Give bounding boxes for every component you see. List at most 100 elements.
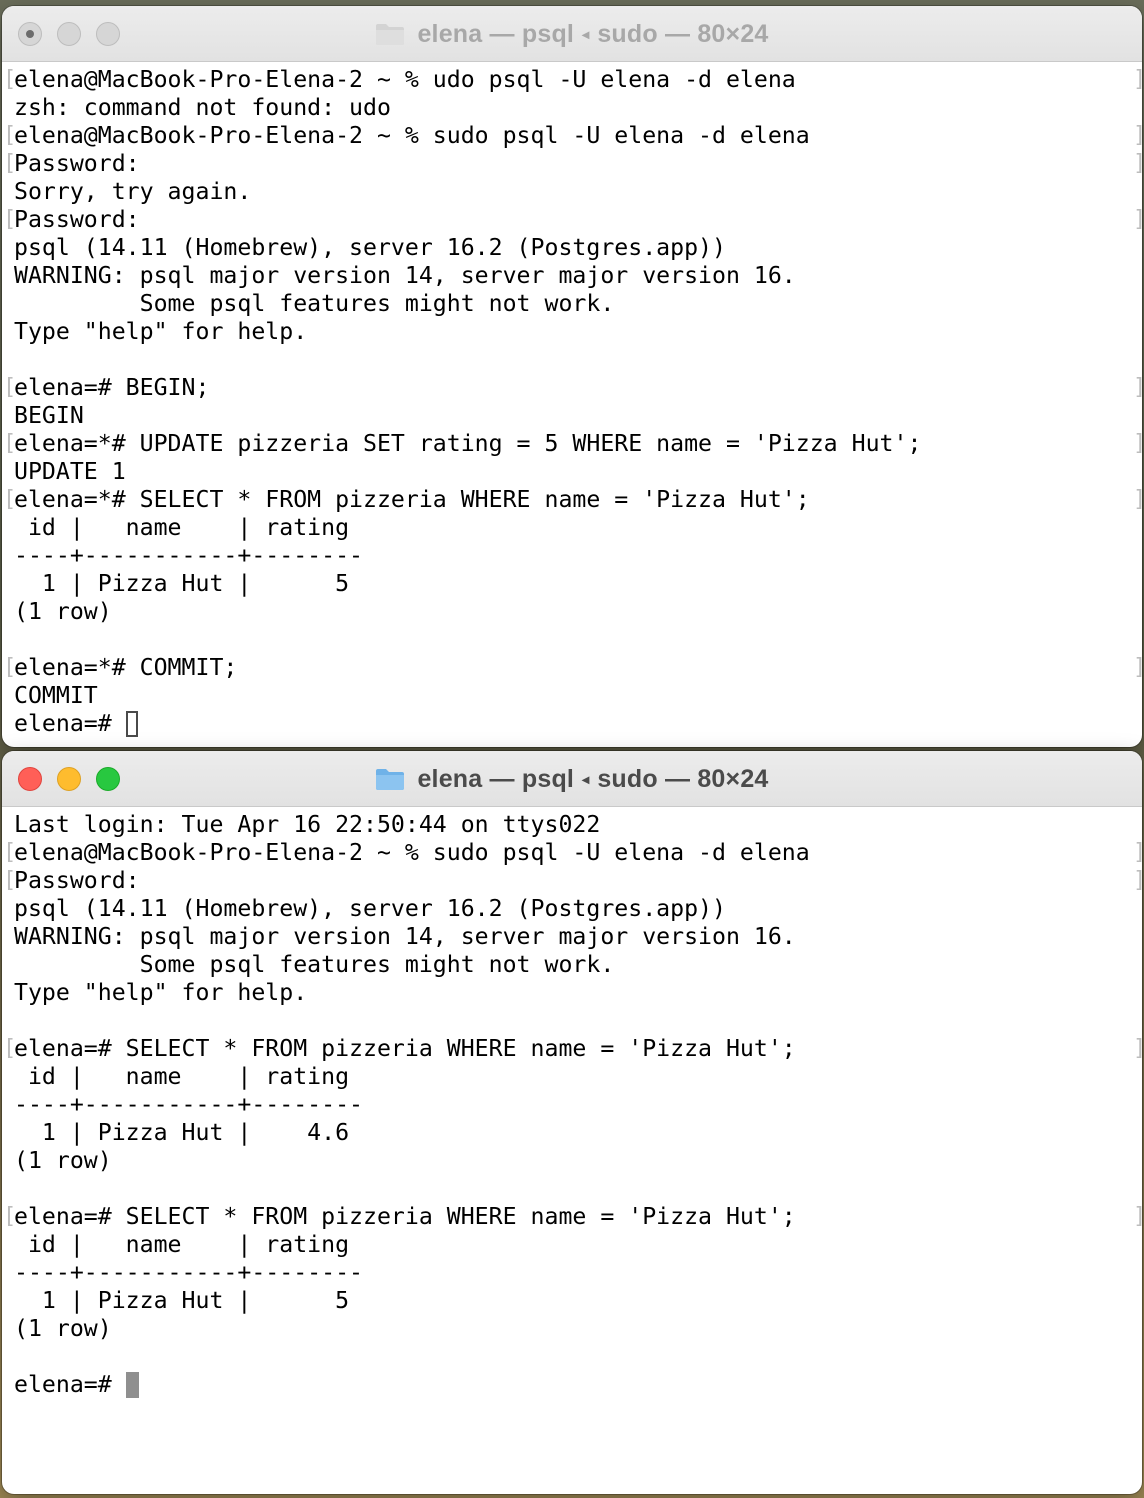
- terminal-line-text: 1 | Pizza Hut | 4.6: [14, 1119, 350, 1146]
- window-title-text: elena — psql: [417, 764, 575, 793]
- terminal-line: elena=# BEGIN;: [3, 374, 1142, 402]
- terminal-line: id | name | rating: [14, 1231, 1142, 1259]
- terminal-line-text: 1 | Pizza Hut | 5: [14, 1287, 350, 1314]
- folder-icon: [376, 24, 405, 45]
- terminal-line-text: elena@MacBook-Pro-Elena-2 ~ % sudo psql …: [14, 122, 810, 149]
- terminal-line-text: Password:: [14, 867, 140, 894]
- titlebar[interactable]: elena — psql ◂ sudo — 80×24: [2, 6, 1142, 62]
- terminal-line-text: id | name | rating: [14, 1063, 350, 1090]
- terminal-line: BEGIN: [14, 402, 1142, 430]
- window-title-suffix: sudo — 80×24: [597, 19, 769, 48]
- terminal-line-text: elena@MacBook-Pro-Elena-2 ~ % sudo psql …: [14, 839, 810, 866]
- window-title-suffix: sudo — 80×24: [597, 764, 769, 793]
- terminal-line: id | name | rating: [14, 1063, 1142, 1091]
- terminal-line-text: Last login: Tue Apr 16 22:50:44 on ttys0…: [14, 811, 601, 838]
- terminal-line-text: (1 row): [14, 1147, 112, 1174]
- terminal-line: elena@MacBook-Pro-Elena-2 ~ % udo psql -…: [3, 66, 1142, 94]
- terminal-line-text: elena=*# COMMIT;: [14, 654, 238, 681]
- terminal-line: psql (14.11 (Homebrew), server 16.2 (Pos…: [14, 234, 1142, 262]
- terminal-line: Password:: [3, 867, 1142, 895]
- terminal-line-text: COMMIT: [14, 682, 98, 709]
- terminal-line-text: WARNING: psql major version 14, server m…: [14, 923, 796, 950]
- terminal-line-text: elena@MacBook-Pro-Elena-2 ~ % udo psql -…: [14, 66, 796, 93]
- terminal-line: elena=*# SELECT * FROM pizzeria WHERE na…: [3, 486, 1142, 514]
- terminal-line: id | name | rating: [14, 514, 1142, 542]
- terminal-line: 1 | Pizza Hut | 5: [14, 1287, 1142, 1315]
- terminal-line-text: zsh: command not found: udo: [14, 94, 391, 121]
- terminal-line-text: id | name | rating: [14, 1231, 350, 1258]
- cursor: [125, 1372, 139, 1398]
- terminal-line: elena=*# COMMIT;: [3, 654, 1142, 682]
- terminal-line: Some psql features might not work.: [14, 951, 1142, 979]
- terminal-line: 1 | Pizza Hut | 5: [14, 570, 1142, 598]
- terminal-line-text: id | name | rating: [14, 514, 350, 541]
- terminal-line-text: (1 row): [14, 598, 112, 625]
- terminal-line-text: WARNING: psql major version 14, server m…: [14, 262, 796, 289]
- terminal-line-text: Some psql features might not work.: [14, 951, 615, 978]
- terminal-line-text: ----+-----------+--------: [14, 542, 364, 569]
- terminal-line: Type "help" for help.: [14, 318, 1142, 346]
- window-title: elena — psql ◂ sudo — 80×24: [2, 6, 1142, 62]
- terminal-line: elena@MacBook-Pro-Elena-2 ~ % sudo psql …: [3, 122, 1142, 150]
- terminal-line-text: BEGIN: [14, 402, 84, 429]
- terminal-window-top[interactable]: elena — psql ◂ sudo — 80×24 elena@MacBoo…: [2, 6, 1142, 747]
- terminal-line: (1 row): [14, 598, 1142, 626]
- window-title-text: elena — psql: [417, 19, 575, 48]
- terminal-line-text: elena=# BEGIN;: [14, 374, 210, 401]
- cursor: [125, 711, 138, 737]
- terminal-line: ----+-----------+--------: [14, 1091, 1142, 1119]
- terminal-line: ----+-----------+--------: [14, 1259, 1142, 1287]
- terminal-line: psql (14.11 (Homebrew), server 16.2 (Pos…: [14, 895, 1142, 923]
- terminal-line-text: elena=#: [14, 710, 126, 737]
- caret-left-icon: ◂: [582, 25, 590, 42]
- terminal-line-text: elena=#: [14, 1371, 126, 1398]
- terminal-line: UPDATE 1: [14, 458, 1142, 486]
- terminal-line: Password:: [3, 150, 1142, 178]
- terminal-line: Last login: Tue Apr 16 22:50:44 on ttys0…: [14, 811, 1142, 839]
- terminal-line-text: 1 | Pizza Hut | 5: [14, 570, 350, 597]
- terminal-line-text: Sorry, try again.: [14, 178, 252, 205]
- terminal-line: ----+-----------+--------: [14, 542, 1142, 570]
- terminal-line: elena=#: [14, 1371, 1142, 1399]
- terminal-line-text: Password:: [14, 150, 140, 177]
- terminal-line-text: elena=*# SELECT * FROM pizzeria WHERE na…: [14, 486, 810, 513]
- terminal-line-text: ----+-----------+--------: [14, 1091, 364, 1118]
- titlebar[interactable]: elena — psql ◂ sudo — 80×24: [2, 751, 1142, 807]
- terminal-line: zsh: command not found: udo: [14, 94, 1142, 122]
- terminal-line: WARNING: psql major version 14, server m…: [14, 923, 1142, 951]
- terminal-output[interactable]: Last login: Tue Apr 16 22:50:44 on ttys0…: [2, 807, 1142, 1399]
- terminal-line: elena=#: [14, 710, 1142, 738]
- terminal-line: Type "help" for help.: [14, 979, 1142, 1007]
- terminal-window-bottom[interactable]: elena — psql ◂ sudo — 80×24 Last login: …: [2, 751, 1142, 1494]
- terminal-line-text: Type "help" for help.: [14, 318, 308, 345]
- window-title: elena — psql ◂ sudo — 80×24: [2, 751, 1142, 807]
- terminal-line: elena@MacBook-Pro-Elena-2 ~ % sudo psql …: [3, 839, 1142, 867]
- terminal-line-text: elena=# SELECT * FROM pizzeria WHERE nam…: [14, 1035, 796, 1062]
- terminal-output[interactable]: elena@MacBook-Pro-Elena-2 ~ % udo psql -…: [2, 62, 1142, 738]
- terminal-line: elena=# SELECT * FROM pizzeria WHERE nam…: [3, 1203, 1142, 1231]
- terminal-line: WARNING: psql major version 14, server m…: [14, 262, 1142, 290]
- terminal-line: Sorry, try again.: [14, 178, 1142, 206]
- terminal-line: elena=*# UPDATE pizzeria SET rating = 5 …: [3, 430, 1142, 458]
- terminal-line-text: Some psql features might not work.: [14, 290, 615, 317]
- terminal-line-text: (1 row): [14, 1315, 112, 1342]
- terminal-line-text: UPDATE 1: [14, 458, 126, 485]
- terminal-line: (1 row): [14, 1147, 1142, 1175]
- caret-left-icon: ◂: [582, 770, 590, 787]
- terminal-line: elena=# SELECT * FROM pizzeria WHERE nam…: [3, 1035, 1142, 1063]
- terminal-line: Some psql features might not work.: [14, 290, 1142, 318]
- folder-icon: [376, 769, 405, 790]
- terminal-line: (1 row): [14, 1315, 1142, 1343]
- terminal-line-text: ----+-----------+--------: [14, 1259, 364, 1286]
- terminal-line: COMMIT: [14, 682, 1142, 710]
- terminal-line-text: Type "help" for help.: [14, 979, 308, 1006]
- terminal-line-text: Password:: [14, 206, 140, 233]
- terminal-line-text: psql (14.11 (Homebrew), server 16.2 (Pos…: [14, 234, 726, 261]
- terminal-line-text: psql (14.11 (Homebrew), server 16.2 (Pos…: [14, 895, 726, 922]
- terminal-line-text: elena=# SELECT * FROM pizzeria WHERE nam…: [14, 1203, 796, 1230]
